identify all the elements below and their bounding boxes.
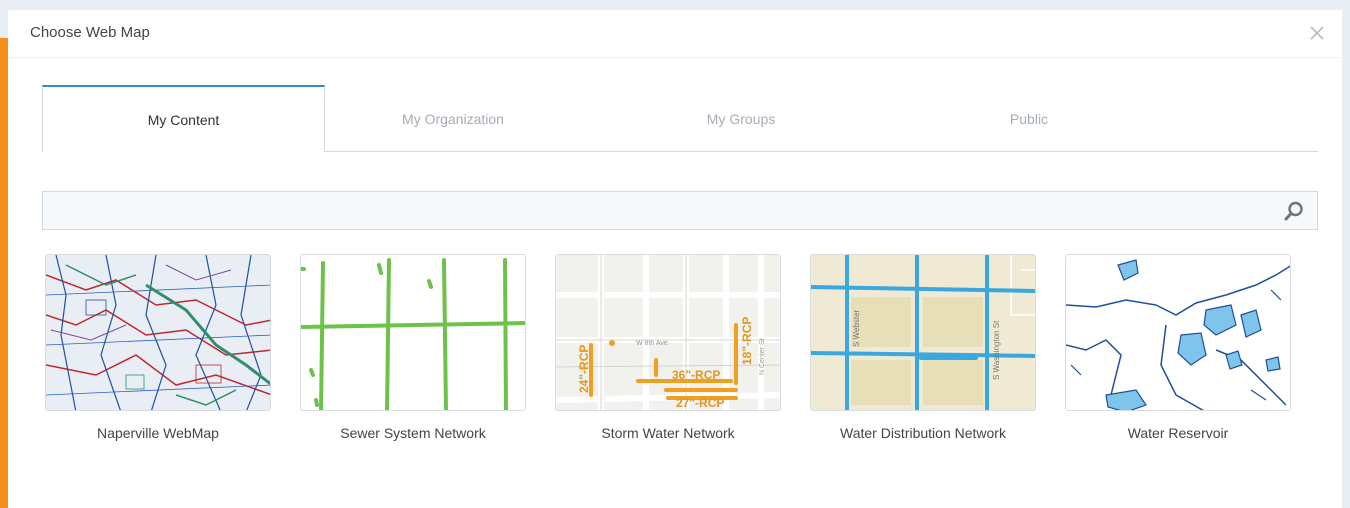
map-thumbnail[interactable]: W 8th Ave N Center St 24"-RCP 36"-RCP 27… — [555, 254, 781, 411]
map-title: Naperville WebMap — [97, 425, 219, 441]
water-street-label: S Webster — [852, 309, 861, 347]
dialog-title: Choose Web Map — [30, 24, 150, 41]
choose-web-map-dialog: Choose Web Map My Content My Organizatio… — [8, 10, 1342, 508]
close-icon[interactable] — [1306, 22, 1328, 44]
search-input[interactable] — [43, 192, 1273, 229]
storm-pipe-label: 27"-RCP — [676, 396, 724, 410]
tab-public[interactable]: Public — [901, 85, 1157, 152]
map-card-storm-water[interactable]: W 8th Ave N Center St 24"-RCP 36"-RCP 27… — [555, 254, 781, 441]
storm-street-label: W 8th Ave — [636, 340, 668, 347]
tab-my-organization[interactable]: My Organization — [325, 85, 581, 152]
map-thumbnail[interactable] — [45, 254, 271, 411]
map-card-sewer-system[interactable]: Sewer System Network — [300, 254, 526, 441]
search-icon[interactable] — [1283, 200, 1305, 222]
storm-pipe-label: 24"-RCP — [577, 345, 591, 393]
background-top — [0, 0, 1350, 10]
map-title: Water Reservoir — [1127, 425, 1229, 441]
tab-my-content[interactable]: My Content — [42, 85, 325, 153]
map-card-water-reservoir[interactable]: Water Reservoir — [1065, 254, 1291, 441]
map-title: Sewer System Network — [340, 425, 486, 441]
map-title: Storm Water Network — [601, 425, 735, 441]
content-tabs: My Content My Organization My Groups Pub… — [42, 85, 1318, 153]
map-card-naperville[interactable]: Naperville WebMap — [45, 254, 271, 441]
map-card-water-distribution[interactable]: S Webster S Washington St Water Distribu… — [810, 254, 1036, 441]
storm-street-label: N Center St — [759, 338, 766, 375]
map-thumbnail[interactable]: S Webster S Washington St — [810, 254, 1036, 411]
storm-pipe-label: 18"-RCP — [740, 317, 754, 365]
map-thumbnail[interactable] — [300, 254, 526, 411]
water-street-label: S Washington St — [992, 320, 1001, 380]
dialog-header: Choose Web Map — [8, 10, 1342, 58]
map-thumbnail[interactable] — [1065, 254, 1291, 411]
search-box — [42, 191, 1318, 230]
storm-pipe-label: 36"-RCP — [672, 368, 720, 382]
side-accent-strip — [0, 38, 8, 508]
map-title: Water Distribution Network — [840, 425, 1006, 441]
tab-my-groups[interactable]: My Groups — [581, 85, 901, 152]
